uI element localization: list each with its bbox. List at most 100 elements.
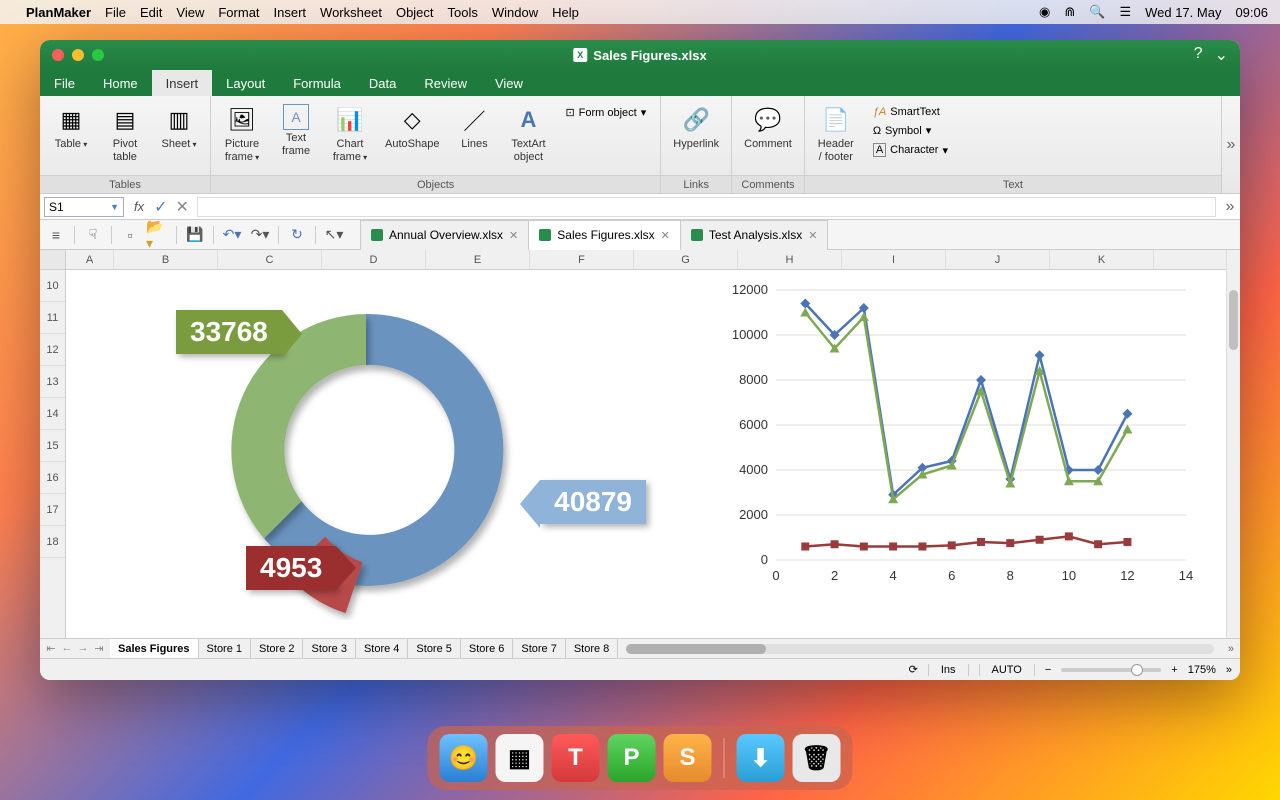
tab-data[interactable]: Data (355, 70, 410, 96)
fx-button[interactable]: fx (128, 199, 150, 214)
header-footer-button[interactable]: 📄Header / footer (811, 100, 861, 168)
symbol-button[interactable]: ΩSymbol ▾ (869, 122, 952, 139)
tab-review[interactable]: Review (410, 70, 481, 96)
vertical-scrollbar[interactable] (1226, 250, 1240, 638)
cell-reference-input[interactable]: S1▼ (44, 197, 124, 217)
sync-icon[interactable]: ⟳ (909, 663, 918, 676)
ribbon-expand[interactable]: » (1222, 96, 1240, 193)
menu-date[interactable]: Wed 17. May (1145, 5, 1221, 20)
tab-layout[interactable]: Layout (212, 70, 279, 96)
doc-tab-test[interactable]: Test Analysis.xlsx✕ (680, 220, 829, 250)
comment-button[interactable]: 💬Comment (738, 100, 798, 155)
insert-pivot-button[interactable]: ▤Pivot table (100, 100, 150, 168)
dock-launchpad[interactable]: ▦ (496, 734, 544, 782)
row-header[interactable]: 17 (40, 494, 65, 526)
close-icon[interactable]: ✕ (808, 229, 817, 242)
zoom-slider[interactable] (1061, 668, 1161, 672)
menu-insert[interactable]: Insert (274, 5, 307, 20)
col-header[interactable]: E (426, 250, 530, 269)
user-icon[interactable]: ◉ (1039, 4, 1050, 20)
dock-downloads[interactable]: ⬇ (737, 734, 785, 782)
menu-window[interactable]: Window (492, 5, 538, 20)
tab-formula[interactable]: Formula (279, 70, 355, 96)
help-icon[interactable]: ? (1194, 45, 1203, 65)
collapse-ribbon-icon[interactable]: ⌄ (1215, 45, 1228, 65)
doc-tab-sales[interactable]: Sales Figures.xlsx✕ (528, 220, 681, 250)
window-close-button[interactable] (52, 49, 64, 61)
dock-planmaker[interactable]: P (608, 734, 656, 782)
tab-file[interactable]: File (40, 70, 89, 96)
sheet-nav-next[interactable]: → (76, 642, 90, 655)
dock-trash[interactable]: 🗑 (793, 734, 841, 782)
save-button[interactable]: 💾 (183, 223, 207, 247)
col-header[interactable]: H (738, 250, 842, 269)
tab-home[interactable]: Home (89, 70, 152, 96)
horizontal-scrollbar[interactable] (626, 644, 1214, 654)
tabs-expand[interactable]: » (1222, 643, 1240, 655)
sheet-tab[interactable]: Store 1 (199, 639, 251, 659)
row-header[interactable]: 14 (40, 398, 65, 430)
menu-view[interactable]: View (176, 5, 204, 20)
chart-frame-button[interactable]: 📊Chart frame (325, 100, 375, 168)
zoom-level[interactable]: 175% (1188, 664, 1216, 676)
insert-sheet-button[interactable]: ▥Sheet (154, 100, 204, 155)
row-header[interactable]: 11 (40, 302, 65, 334)
row-header[interactable]: 13 (40, 366, 65, 398)
menu-file[interactable]: File (105, 5, 126, 20)
text-frame-button[interactable]: AText frame (271, 100, 321, 162)
dock-textmaker[interactable]: T (552, 734, 600, 782)
col-header[interactable]: J (946, 250, 1050, 269)
zoom-out-button[interactable]: − (1045, 664, 1051, 676)
donut-chart[interactable]: 33768 40879 4953 (186, 280, 546, 620)
refresh-button[interactable]: ↻ (285, 223, 309, 247)
tab-view[interactable]: View (481, 70, 537, 96)
close-icon[interactable]: ✕ (661, 229, 670, 242)
row-header[interactable]: 18 (40, 526, 65, 558)
touch-button[interactable]: ☟ (81, 223, 105, 247)
row-header[interactable]: 16 (40, 462, 65, 494)
col-header[interactable]: B (114, 250, 218, 269)
line-chart[interactable]: 02000400060008000100001200002468101214 (706, 280, 1206, 600)
close-icon[interactable]: ✕ (509, 229, 518, 242)
row-header[interactable]: 10 (40, 270, 65, 302)
redo-button[interactable]: ↷▾ (248, 223, 272, 247)
col-header[interactable]: F (530, 250, 634, 269)
status-expand[interactable]: » (1226, 664, 1232, 676)
spreadsheet-grid[interactable]: 10 11 12 13 14 15 16 17 18 A B C D E F G… (40, 250, 1240, 638)
sheet-tab[interactable]: Sales Figures (110, 639, 199, 659)
col-header[interactable]: D (322, 250, 426, 269)
menu-tools[interactable]: Tools (448, 5, 478, 20)
accept-icon[interactable]: ✓ (150, 197, 171, 217)
sheet-tab[interactable]: Store 2 (251, 639, 303, 659)
picture-frame-button[interactable]: 🖼Picture frame (217, 100, 267, 168)
menu-time[interactable]: 09:06 (1235, 5, 1268, 20)
row-header[interactable]: 12 (40, 334, 65, 366)
zoom-in-button[interactable]: + (1171, 664, 1177, 676)
col-header[interactable]: A (66, 250, 114, 269)
window-maximize-button[interactable] (92, 49, 104, 61)
sheet-tab[interactable]: Store 3 (303, 639, 355, 659)
insert-table-button[interactable]: ▦Table (46, 100, 96, 155)
wifi-icon[interactable]: ⋒ (1064, 4, 1075, 20)
menu-help[interactable]: Help (552, 5, 579, 20)
hyperlink-button[interactable]: 🔗Hyperlink (667, 100, 725, 155)
menu-edit[interactable]: Edit (140, 5, 162, 20)
sheet-tab[interactable]: Store 8 (566, 639, 618, 659)
sheet-tab[interactable]: Store 4 (356, 639, 408, 659)
sheet-tab[interactable]: Store 6 (461, 639, 513, 659)
textart-button[interactable]: ATextArt object (503, 100, 553, 168)
window-minimize-button[interactable] (72, 49, 84, 61)
pointer-button[interactable]: ↖▾ (322, 223, 346, 247)
row-header[interactable]: 15 (40, 430, 65, 462)
sheet-nav-prev[interactable]: ← (60, 642, 74, 655)
align-button[interactable]: ≡ (44, 223, 68, 247)
character-button[interactable]: ACharacter ▾ (869, 141, 952, 159)
lines-button[interactable]: ／Lines (449, 100, 499, 155)
col-header[interactable]: I (842, 250, 946, 269)
smarttext-button[interactable]: ƒASmartText (869, 104, 952, 120)
col-header[interactable]: G (634, 250, 738, 269)
calc-mode[interactable]: AUTO (979, 664, 1035, 676)
dock-finder[interactable]: 😊 (440, 734, 488, 782)
control-center-icon[interactable]: ☰ (1119, 4, 1131, 20)
app-name[interactable]: PlanMaker (26, 5, 91, 20)
